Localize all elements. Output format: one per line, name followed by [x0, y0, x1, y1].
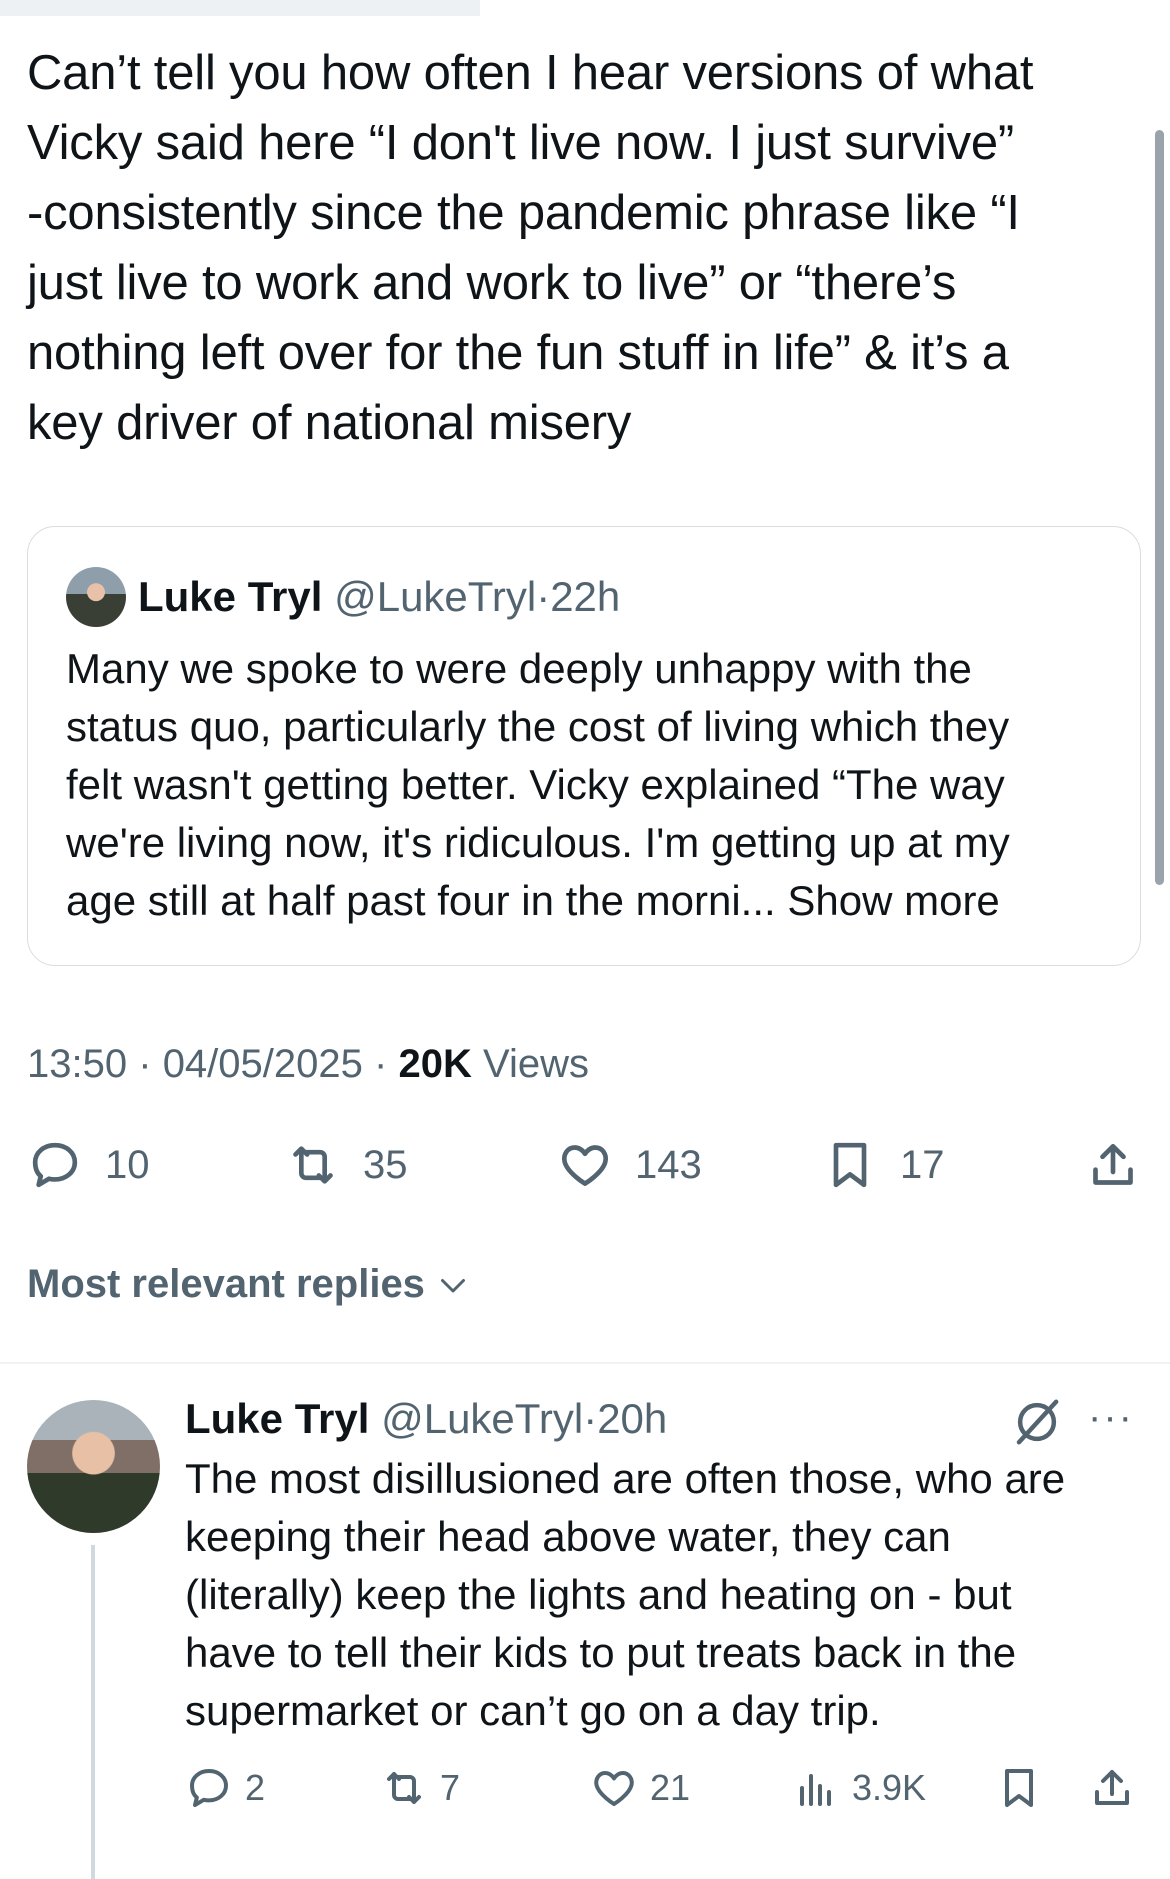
- retweet-icon: [387, 1772, 421, 1804]
- bookmark-button[interactable]: 17: [822, 1130, 945, 1200]
- scrollbar[interactable]: [1155, 130, 1164, 885]
- tweet-time[interactable]: 13:50: [27, 1042, 127, 1086]
- like-count: 143: [635, 1142, 702, 1187]
- bookmark-count: 17: [900, 1142, 945, 1187]
- top-edge: [0, 0, 480, 16]
- quoted-tweet-header: Luke Tryl @LukeTryl·22h: [138, 573, 621, 620]
- heart-icon: [561, 1145, 609, 1186]
- post-age: 22h: [550, 573, 621, 620]
- bookmark-icon: [1005, 1769, 1033, 1807]
- quoted-tweet-card[interactable]: Luke Tryl @LukeTryl·22h Many we spoke to…: [27, 526, 1141, 966]
- share-button[interactable]: [1085, 1130, 1141, 1200]
- replies-sort-dropdown[interactable]: Most relevant replies: [27, 1262, 471, 1307]
- like-button[interactable]: 21: [590, 1760, 690, 1816]
- retweet-button[interactable]: 7: [380, 1760, 460, 1816]
- views-icon: [800, 1774, 831, 1806]
- reply-text: The most disillusioned are often those, …: [185, 1455, 1066, 1734]
- like-count: 21: [650, 1767, 691, 1808]
- grok-icon[interactable]: [1010, 1395, 1064, 1449]
- reply-count: 2: [245, 1767, 266, 1808]
- author-handle[interactable]: @LukeTryl: [381, 1395, 583, 1442]
- reply-icon: [190, 1769, 228, 1807]
- tweet-text: Can’t tell you how often I hear versions…: [27, 46, 1034, 450]
- avatar[interactable]: [27, 1400, 160, 1533]
- quoted-tweet-text: Many we spoke to were deeply unhappy wit…: [66, 645, 1010, 924]
- views-count: 3.9K: [852, 1767, 927, 1808]
- views-button[interactable]: 3.9K: [792, 1760, 926, 1816]
- more-options-button[interactable]: ···: [1088, 1392, 1134, 1442]
- retweet-count: 35: [363, 1142, 408, 1187]
- reply-actions: 2 7 21 3.9K: [0, 1760, 1170, 1816]
- author-handle[interactable]: @LukeTryl: [334, 573, 536, 620]
- author-name[interactable]: Luke Tryl: [138, 573, 322, 620]
- reply-button[interactable]: 10: [27, 1130, 150, 1200]
- reply-header: Luke Tryl @LukeTryl·20h: [185, 1395, 668, 1442]
- author-name[interactable]: Luke Tryl: [185, 1395, 369, 1442]
- like-button[interactable]: 143: [557, 1130, 702, 1200]
- avatar[interactable]: [66, 567, 126, 627]
- share-button[interactable]: [1088, 1760, 1136, 1816]
- show-more-link[interactable]: Show more: [787, 877, 999, 924]
- replies-sort-label: Most relevant replies: [27, 1262, 425, 1306]
- tweet-timestamp: 13:50 · 04/05/2025 · 20K Views: [27, 1042, 589, 1086]
- heart-icon: [594, 1771, 634, 1806]
- reply-button[interactable]: 2: [185, 1760, 265, 1816]
- views-count: 20K: [398, 1042, 472, 1086]
- thread-line: [91, 1545, 95, 1879]
- views-label: Views: [482, 1042, 589, 1086]
- retweet-icon: [293, 1146, 333, 1184]
- retweet-button[interactable]: 35: [285, 1130, 408, 1200]
- post-age[interactable]: 20h: [597, 1395, 667, 1442]
- bookmark-icon: [833, 1142, 867, 1188]
- chevron-down-icon: [440, 1278, 465, 1292]
- bookmark-button[interactable]: [995, 1760, 1043, 1816]
- share-icon: [1093, 1144, 1133, 1185]
- divider: [0, 1362, 1170, 1364]
- reply-icon: [32, 1142, 78, 1188]
- tweet-date[interactable]: 04/05/2025: [163, 1042, 363, 1086]
- retweet-count: 7: [440, 1767, 461, 1808]
- reply-count: 10: [105, 1142, 150, 1187]
- share-icon: [1095, 1770, 1129, 1805]
- tweet-actions: 10 35 143 17: [0, 1130, 1170, 1200]
